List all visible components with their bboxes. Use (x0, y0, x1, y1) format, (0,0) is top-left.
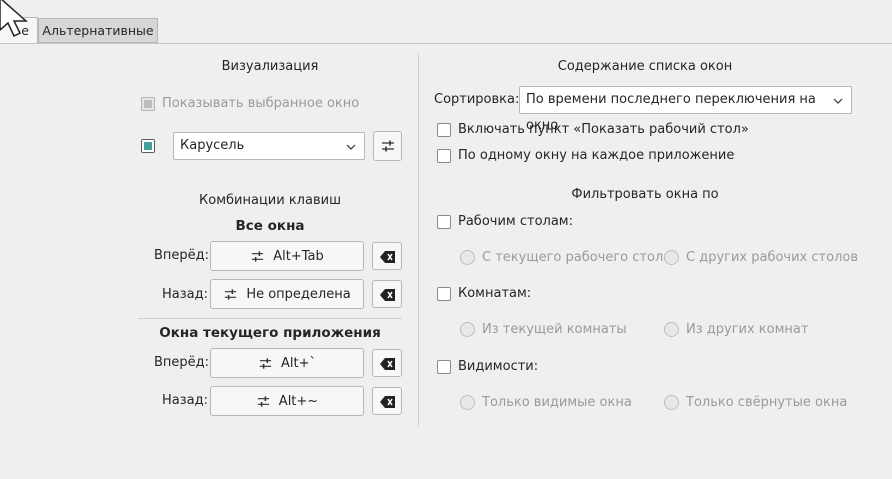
all-back-shortcut-button[interactable]: Не определена (210, 279, 364, 309)
sort-label: Сортировка: (434, 92, 520, 107)
app-back-label: Назад: (162, 393, 208, 408)
show-selected-label: Показывать выбранное окно (162, 96, 360, 111)
activity-other-label: Из других комнат (686, 322, 809, 337)
visualization-header: Визуализация (221, 59, 319, 74)
shortcut-separator (138, 318, 402, 319)
all-forward-shortcut-button[interactable]: Alt+Tab (210, 241, 364, 271)
one-per-app-label: По одному окну на каждое приложение (458, 148, 735, 163)
backspace-clear-icon (380, 396, 395, 408)
style-color-swatch[interactable] (141, 139, 155, 153)
clear-all-back-button[interactable] (372, 280, 402, 308)
visibility-label: Видимости: (458, 359, 539, 374)
chevron-down-icon (346, 144, 356, 150)
column-separator (418, 54, 419, 426)
current-app-header: Окна текущего приложения (159, 325, 381, 341)
visible-only-label: Только видимые окна (482, 395, 632, 410)
all-back-shortcut-value: Не определена (246, 286, 351, 302)
content-header: Содержание списка окон (557, 59, 733, 74)
backspace-clear-icon (380, 289, 395, 301)
visible-only-radio[interactable] (460, 395, 475, 410)
tab-bar: е Альтернативные (0, 0, 892, 44)
backspace-clear-icon (380, 251, 395, 263)
desktops-label: Рабочим столам: (458, 214, 573, 229)
clear-app-back-button[interactable] (372, 387, 402, 415)
activities-checkbox[interactable] (437, 287, 451, 301)
desktops-checkbox[interactable] (437, 215, 451, 229)
desktop-current-radio[interactable] (460, 250, 475, 265)
include-desktop-label: Включать пункт «Показать рабочий стол» (458, 122, 749, 137)
sliders-icon (259, 357, 272, 369)
configure-style-button[interactable] (373, 131, 402, 161)
backspace-clear-icon (380, 358, 395, 370)
all-forward-label: Вперёд: (154, 248, 210, 263)
activity-other-radio[interactable] (664, 322, 679, 337)
include-desktop-checkbox[interactable] (437, 123, 451, 137)
desktop-other-radio[interactable] (664, 250, 679, 265)
clear-all-forward-button[interactable] (372, 242, 402, 270)
tab-alternative-label: Альтернативные (42, 23, 154, 38)
tab-divider (0, 43, 892, 44)
sliders-icon (382, 140, 394, 152)
activities-label: Комнатам: (458, 286, 532, 301)
sliders-icon (257, 395, 269, 407)
desktop-current-label: С текущего рабочего стола (482, 250, 672, 265)
all-windows-header: Все окна (235, 218, 305, 234)
all-back-label: Назад: (162, 287, 208, 302)
activity-current-label: Из текущей комнаты (482, 322, 627, 337)
sliders-icon (252, 250, 264, 262)
minimized-only-radio[interactable] (664, 395, 679, 410)
app-back-shortcut-value: Alt+~ (278, 393, 319, 409)
tab-alternative[interactable]: Альтернативные (38, 18, 158, 43)
shortcuts-header: Комбинации клавиш (199, 193, 341, 208)
chevron-down-icon (833, 98, 843, 104)
style-combobox-value: Карусель (180, 138, 245, 153)
app-forward-shortcut-value: Alt+` (281, 355, 316, 371)
clear-app-forward-button[interactable] (372, 349, 402, 377)
visibility-checkbox[interactable] (437, 360, 451, 374)
one-per-app-checkbox[interactable] (437, 149, 451, 163)
style-combobox[interactable]: Карусель (173, 132, 365, 160)
filter-header: Фильтровать окна по (571, 187, 719, 202)
minimized-only-label: Только свёрнутые окна (686, 395, 848, 410)
activity-current-radio[interactable] (460, 322, 475, 337)
sliders-icon (225, 288, 237, 300)
all-forward-shortcut-value: Alt+Tab (273, 248, 324, 264)
show-selected-checkbox[interactable] (141, 97, 155, 111)
app-back-shortcut-button[interactable]: Alt+~ (210, 386, 364, 416)
app-forward-label: Вперёд: (154, 355, 210, 370)
sort-combobox[interactable]: По времени последнего переключения на ок… (519, 86, 852, 133)
app-forward-shortcut-button[interactable]: Alt+` (210, 348, 364, 378)
desktop-other-label: С других рабочих столов (686, 250, 858, 265)
mouse-cursor-icon (0, 0, 28, 38)
